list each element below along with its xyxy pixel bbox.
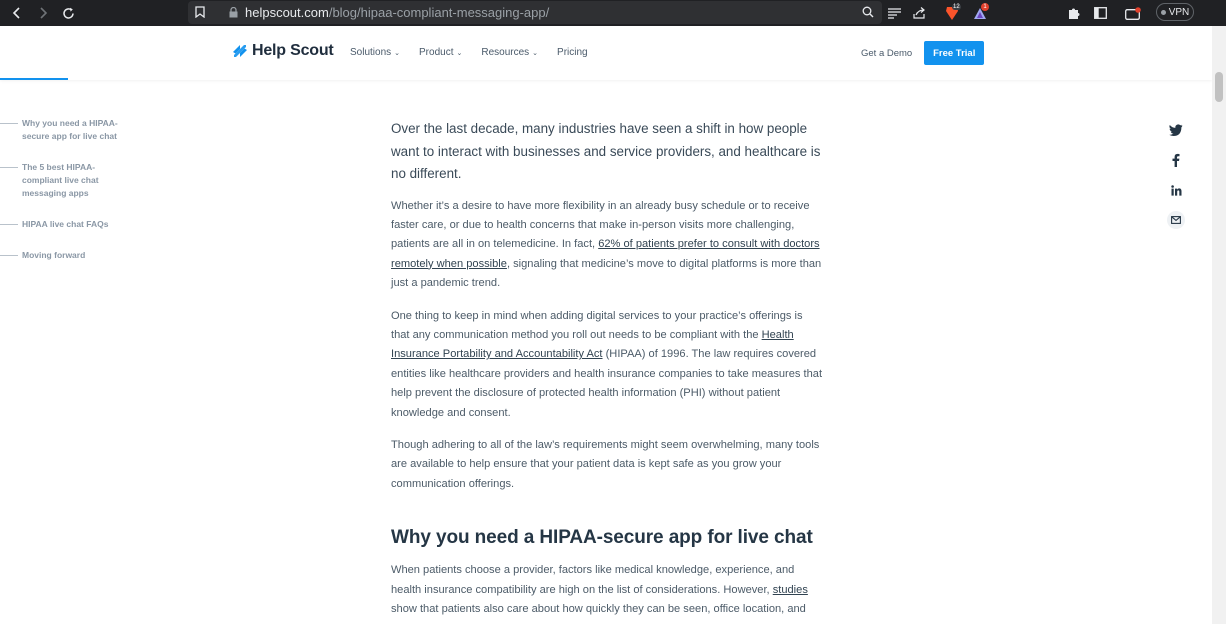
vpn-button[interactable]: VPN — [1156, 3, 1194, 21]
linkedin-icon[interactable] — [1167, 181, 1185, 199]
twitter-icon[interactable] — [1167, 121, 1185, 139]
article-body: Over the last decade, many industries ha… — [391, 118, 823, 632]
lock-icon — [223, 2, 243, 22]
toc-item[interactable]: Moving forward — [0, 249, 130, 262]
get-demo-link[interactable]: Get a Demo — [861, 48, 912, 59]
wallet-icon[interactable] — [1123, 3, 1143, 23]
free-trial-button[interactable]: Free Trial — [924, 41, 985, 65]
url-text: helpscout.com/blog/hipaa-compliant-messa… — [245, 5, 550, 20]
nav-resources[interactable]: Resources ⌄ — [481, 47, 538, 58]
address-bar[interactable]: helpscout.com/blog/hipaa-compliant-messa… — [188, 1, 882, 24]
search-icon[interactable] — [858, 2, 878, 22]
facebook-icon[interactable] — [1167, 151, 1185, 169]
toc-item[interactable]: HIPAA live chat FAQs — [0, 218, 130, 231]
email-icon[interactable] — [1167, 211, 1185, 229]
helpscout-logo-icon — [233, 45, 247, 57]
chevron-down-icon: ⌄ — [532, 49, 539, 57]
table-of-contents: Why you need a HIPAA-secure app for live… — [0, 117, 130, 262]
vpn-status-dot — [1160, 9, 1166, 15]
reading-progress-bar — [0, 78, 68, 80]
scrollbar-thumb[interactable] — [1215, 72, 1223, 102]
article-paragraph: Whether it’s a desire to have more flexi… — [391, 199, 822, 290]
nav-product[interactable]: Product ⌄ — [419, 47, 462, 58]
reload-icon[interactable] — [58, 3, 78, 23]
reader-icon[interactable] — [884, 3, 904, 23]
site-header: Help Scout Solutions ⌄ Product ⌄ Resources… — [0, 26, 1212, 80]
main-nav: Solutions ⌄ Product ⌄ Resources ⌄ Pricing — [350, 47, 607, 58]
article-paragraph: Though adhering to all of the law’s requ… — [391, 438, 820, 490]
browser-toolbar: helpscout.com/blog/hipaa-compliant-messa… — [0, 0, 1226, 26]
article-lead: Over the last decade, many industries ha… — [391, 121, 821, 181]
share-icon[interactable] — [909, 3, 929, 23]
header-actions: Get a Demo Free Trial — [861, 41, 985, 65]
brave-shield-icon[interactable]: 12 — [942, 3, 962, 23]
forward-icon[interactable] — [33, 3, 53, 23]
share-rail — [1167, 121, 1185, 241]
chevron-down-icon: ⌄ — [456, 49, 463, 57]
nav-solutions[interactable]: Solutions ⌄ — [350, 47, 400, 58]
section-heading: Why you need a HIPAA-secure app for live… — [391, 527, 813, 549]
brave-badge: 12 — [952, 4, 961, 10]
brave-rewards-icon[interactable]: 1 — [970, 3, 990, 23]
back-icon[interactable] — [7, 3, 27, 23]
toc-item[interactable]: Why you need a HIPAA-secure app for live… — [0, 117, 120, 143]
studies-link[interactable]: studies — [773, 584, 808, 596]
bookmark-icon[interactable] — [190, 2, 210, 22]
article-paragraph: When patients choose a provider, factors… — [391, 564, 808, 615]
rewards-badge: 1 — [981, 3, 989, 11]
chevron-down-icon: ⌄ — [394, 49, 401, 57]
helpscout-logo[interactable]: Help Scout — [232, 42, 334, 60]
logo-text: Help Scout — [252, 42, 334, 59]
sidebar-icon[interactable] — [1090, 3, 1110, 23]
page-scrollbar[interactable] — [1212, 26, 1226, 624]
toc-item[interactable]: The 5 best HIPAA-compliant live chat mes… — [0, 161, 105, 200]
nav-pricing[interactable]: Pricing — [557, 47, 588, 58]
extensions-icon[interactable] — [1064, 3, 1084, 23]
article-paragraph: One thing to keep in mind when adding di… — [391, 309, 823, 419]
